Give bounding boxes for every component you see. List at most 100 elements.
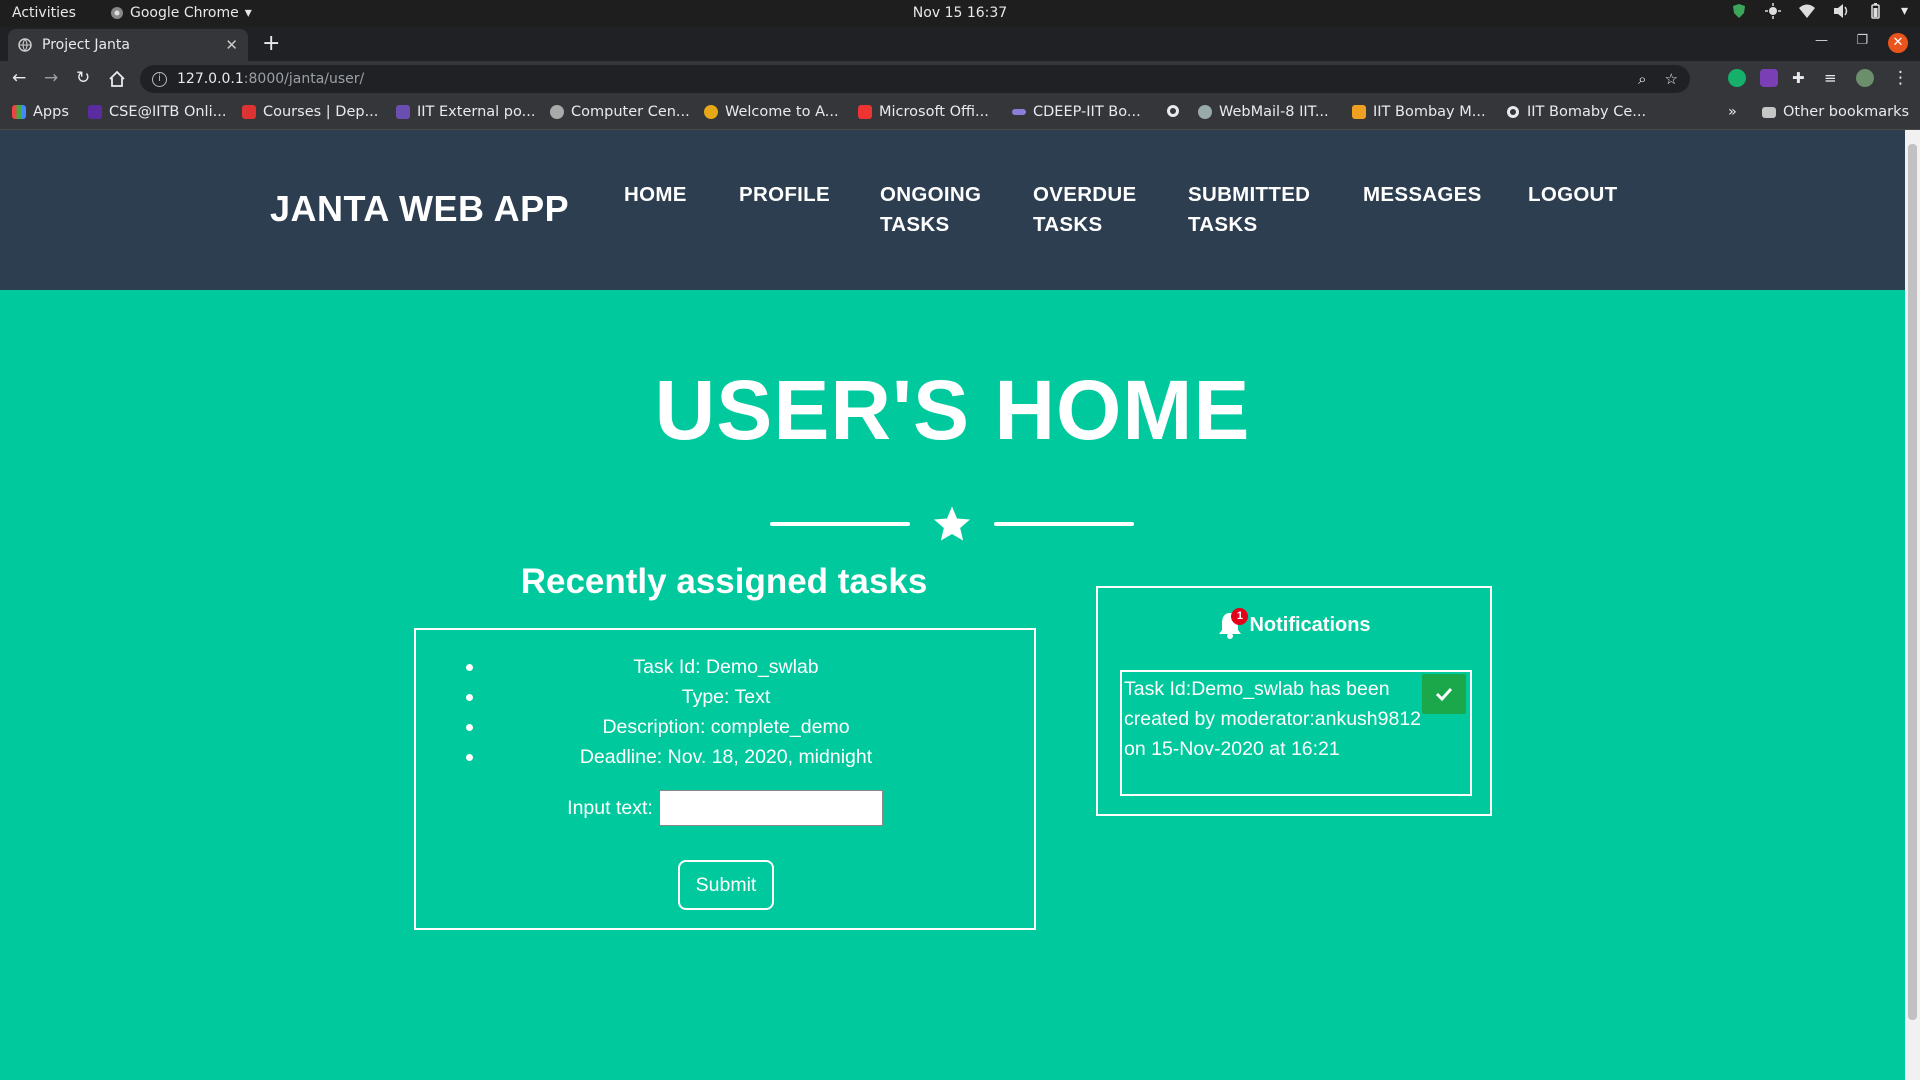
bookmark-item[interactable]: WebMail-8 IIT... <box>1198 104 1329 120</box>
site-favicon-icon <box>396 105 410 119</box>
nav-home[interactable]: HOME <box>624 180 687 210</box>
zoom-icon[interactable]: ⌕ <box>1638 70 1646 88</box>
site-brand[interactable]: JANTA WEB APP <box>270 188 569 230</box>
notification-text: Task Id:Demo_swlab has been created by m… <box>1124 678 1422 760</box>
nav-logout[interactable]: LOGOUT <box>1528 180 1618 210</box>
globe-icon <box>1507 106 1519 118</box>
bookmark-item[interactable]: IIT Bombay M... <box>1352 104 1486 120</box>
globe-icon <box>1167 105 1179 117</box>
site-favicon-icon <box>550 105 564 119</box>
bookmark-item[interactable]: Microsoft Offi... <box>858 104 989 120</box>
menu-kebab-icon[interactable]: ⋮ <box>1892 68 1909 88</box>
task-deadline: Deadline: Nov. 18, 2020, midnight <box>466 742 986 772</box>
notification-item: Task Id:Demo_swlab has been created by m… <box>1120 670 1472 796</box>
site-favicon-icon <box>88 105 102 119</box>
bookmarks-bar: Apps CSE@IITB Onli... Courses | Dep... I… <box>0 97 1920 130</box>
battery-icon <box>1871 3 1880 19</box>
bookmark-item[interactable]: IIT Bomaby Ce... <box>1506 104 1646 120</box>
caret-down-icon: ▾ <box>244 5 252 21</box>
bookmark-item[interactable]: CSE@IITB Onli... <box>88 104 226 120</box>
media-controls-icon[interactable]: ≡ <box>1824 69 1842 87</box>
clock[interactable]: Nov 15 16:37 <box>0 5 1920 21</box>
system-tray[interactable]: ▾ <box>1731 3 1908 19</box>
app-menu-label: Google Chrome <box>130 5 239 21</box>
site-favicon-icon <box>1012 109 1026 115</box>
wifi-icon <box>1798 4 1815 18</box>
task-type: Type: Text <box>466 682 986 712</box>
back-button[interactable]: ← <box>12 68 26 88</box>
section-title: Recently assigned tasks <box>520 562 928 601</box>
bookmark-item[interactable] <box>1166 104 1180 118</box>
nav-profile[interactable]: PROFILE <box>739 180 830 210</box>
caret-down-icon: ▾ <box>1900 3 1908 19</box>
bookmark-apps[interactable]: Apps <box>12 104 69 120</box>
bookmark-item[interactable]: Welcome to A... <box>704 104 839 120</box>
bookmarks-overflow-button[interactable]: » <box>1728 104 1737 120</box>
shield-icon <box>1732 4 1745 18</box>
browser-tab[interactable]: Project Janta ✕ <box>8 29 248 61</box>
nav-submitted-tasks[interactable]: SUBMITTED TASKS <box>1188 180 1310 240</box>
site-favicon-icon <box>704 105 718 119</box>
app-menu[interactable]: Google Chrome ▾ <box>110 5 252 21</box>
bookmark-item[interactable]: Courses | Dep... <box>242 104 378 120</box>
grammarly-extension-icon[interactable] <box>1728 69 1746 87</box>
globe-icon <box>18 38 32 52</box>
submit-button[interactable]: Submit <box>678 860 774 910</box>
site-favicon-icon <box>1198 105 1212 119</box>
task-id: Task Id: Demo_swlab <box>466 652 986 682</box>
new-tab-button[interactable]: + <box>262 31 280 56</box>
address-bar[interactable]: i 127.0.0.1:8000/janta/user/ ⌕ ☆ <box>140 65 1690 93</box>
notifications-title: Notifications <box>1249 613 1371 636</box>
site-favicon-icon <box>1352 105 1366 119</box>
notifications-header: 1 Notifications <box>1098 608 1490 640</box>
restore-button[interactable]: ❐ <box>1856 33 1868 48</box>
browser-toolbar: ← → ↻ i 127.0.0.1:8000/janta/user/ ⌕ ☆ ✚… <box>0 61 1920 97</box>
forward-button[interactable]: → <box>44 68 58 88</box>
volume-icon <box>1833 4 1848 18</box>
page-title: USER'S HOME <box>654 363 1251 457</box>
home-button[interactable] <box>108 70 126 88</box>
bookmark-item[interactable]: Computer Cen... <box>550 104 690 120</box>
task-description: Description: complete_demo <box>466 712 986 742</box>
system-top-bar: Activities Google Chrome ▾ Nov 15 16:37 … <box>0 0 1920 27</box>
extension-icon[interactable] <box>1760 69 1778 87</box>
star-divider <box>770 504 1134 544</box>
bookmark-item[interactable]: CDEEP-IIT Bo... <box>1012 104 1141 120</box>
reload-button[interactable]: ↻ <box>76 68 90 88</box>
check-icon <box>1435 687 1453 702</box>
star-icon <box>934 506 970 541</box>
nav-ongoing-tasks[interactable]: ONGOING TASKS <box>880 180 981 240</box>
tab-strip: Project Janta ✕ + — ❐ ✕ <box>0 27 1920 61</box>
bookmark-star-icon[interactable]: ☆ <box>1665 70 1678 88</box>
bookmark-item[interactable]: IIT External po... <box>396 104 535 120</box>
tab-title: Project Janta <box>42 37 130 53</box>
task-card: Task Id: Demo_swlab Type: Text Descripti… <box>414 628 1036 930</box>
window-close-button[interactable]: ✕ <box>1888 33 1908 53</box>
chrome-icon <box>111 7 123 19</box>
office-icon <box>858 105 872 119</box>
apps-grid-icon <box>12 105 26 119</box>
puzzle-extensions-icon[interactable]: ✚ <box>1792 69 1810 87</box>
brightness-icon <box>1764 3 1781 19</box>
nav-messages[interactable]: MESSAGES <box>1363 180 1482 210</box>
divider-line <box>770 522 910 526</box>
profile-avatar[interactable] <box>1856 69 1874 87</box>
other-bookmarks[interactable]: Other bookmarks <box>1762 104 1909 120</box>
input-row: Input text: <box>416 790 1034 826</box>
bell-icon[interactable]: 1 <box>1217 608 1249 640</box>
site-favicon-icon <box>242 105 256 119</box>
info-icon[interactable]: i <box>152 71 167 87</box>
activities-button[interactable]: Activities <box>12 5 76 21</box>
minimize-button[interactable]: — <box>1815 33 1828 48</box>
acknowledge-button[interactable] <box>1422 674 1466 714</box>
nav-overdue-tasks[interactable]: OVERDUE TASKS <box>1033 180 1136 240</box>
divider-line <box>994 522 1134 526</box>
notifications-panel: 1 Notifications Task Id:Demo_swlab has b… <box>1096 586 1492 816</box>
task-details-list: Task Id: Demo_swlab Type: Text Descripti… <box>466 652 986 772</box>
text-input[interactable] <box>658 790 883 826</box>
folder-icon <box>1762 106 1776 118</box>
scrollbar-thumb[interactable] <box>1908 144 1917 1020</box>
site-navbar: JANTA WEB APP HOME PROFILE ONGOING TASKS … <box>0 130 1905 290</box>
page-scrollbar[interactable] <box>1905 130 1920 1080</box>
tab-close-icon[interactable]: ✕ <box>225 36 238 54</box>
